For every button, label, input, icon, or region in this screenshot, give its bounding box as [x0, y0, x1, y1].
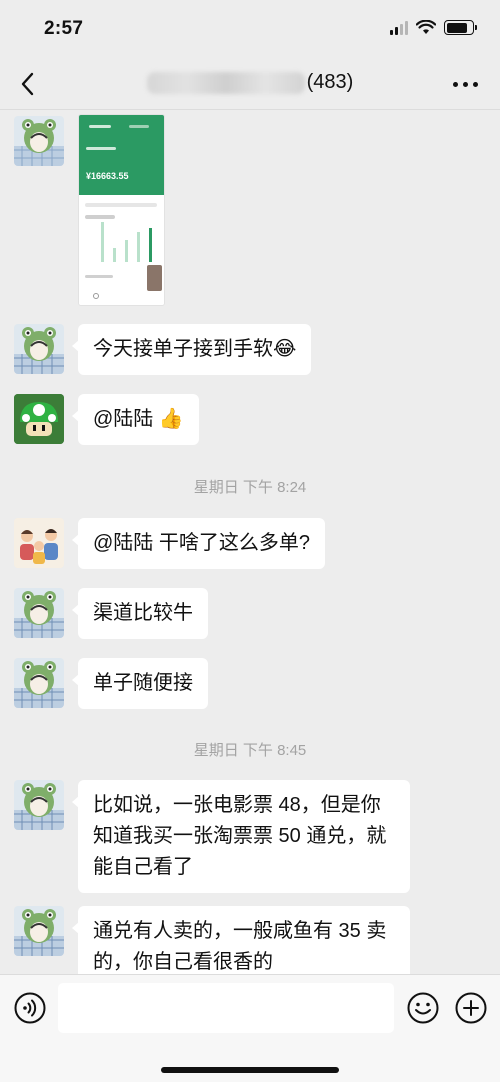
message-bubble[interactable]: 单子随便接: [72, 658, 208, 709]
home-indicator: [161, 1067, 339, 1073]
message-text: @陆陆: [93, 408, 154, 430]
avatar-family[interactable]: [14, 518, 64, 568]
avatar-frog[interactable]: [14, 658, 64, 708]
timestamp: 星期日 下午 8:24: [193, 479, 307, 496]
wifi-icon: [416, 20, 436, 34]
signal-icon: [390, 20, 408, 35]
message-text: 比如说，一张电影票 48，但是你知道我买一张淘票票 50 通兑，就能自己看了: [93, 794, 387, 878]
message-bubble[interactable]: 今天接单子接到手软😂: [71, 324, 312, 375]
plus-icon[interactable]: [455, 992, 487, 1024]
blurred-group-name: [146, 71, 305, 94]
message-bubble[interactable]: @陆陆 干啥了这么多单?: [72, 518, 325, 569]
message-text: 单子随便接: [93, 672, 193, 694]
avatar-frog[interactable]: [14, 116, 64, 166]
member-count: (483): [306, 71, 354, 93]
status-icons: [390, 20, 477, 35]
input-bar: [0, 974, 500, 1082]
timestamp: 星期日 下午 8:45: [193, 742, 307, 759]
message-bubble[interactable]: 比如说，一张电影票 48，但是你知道我买一张淘票票 50 通兑，就能自己看了: [72, 780, 410, 893]
message-text: 通兑有人卖的，一般咸鱼有 35 卖的，你自己看很香的: [93, 920, 387, 973]
avatar-frog[interactable]: [14, 906, 64, 956]
chat-header: (483): [0, 58, 500, 110]
avatar-frog[interactable]: [14, 588, 64, 638]
avatar-mushroom[interactable]: [14, 394, 64, 444]
screenshot-image[interactable]: ¥16663.55: [78, 114, 165, 306]
laugh-emoji: 😂: [273, 338, 297, 360]
message-bubble[interactable]: @陆陆 👍: [72, 394, 199, 445]
more-dots-icon[interactable]: [453, 82, 478, 87]
message-text: @陆陆 干啥了这么多单?: [93, 532, 310, 554]
status-bar: 2:57: [0, 0, 500, 58]
message-input[interactable]: [58, 983, 394, 1033]
battery-icon: [444, 20, 477, 35]
message-text: 渠道比较牛: [93, 602, 193, 624]
avatar-frog[interactable]: [14, 324, 64, 374]
message-text: 今天接单子接到手软: [93, 338, 273, 360]
chat-title: (483): [0, 71, 500, 94]
emoji-face-icon[interactable]: [407, 992, 439, 1024]
voice-icon[interactable]: [14, 992, 46, 1024]
message-bubble[interactable]: 渠道比较牛: [72, 588, 208, 639]
avatar-frog[interactable]: [14, 780, 64, 830]
status-time: 2:57: [44, 18, 84, 39]
screenshot-amount: ¥16663.55: [86, 171, 129, 181]
thumbs-up-emoji: 👍: [158, 408, 184, 430]
